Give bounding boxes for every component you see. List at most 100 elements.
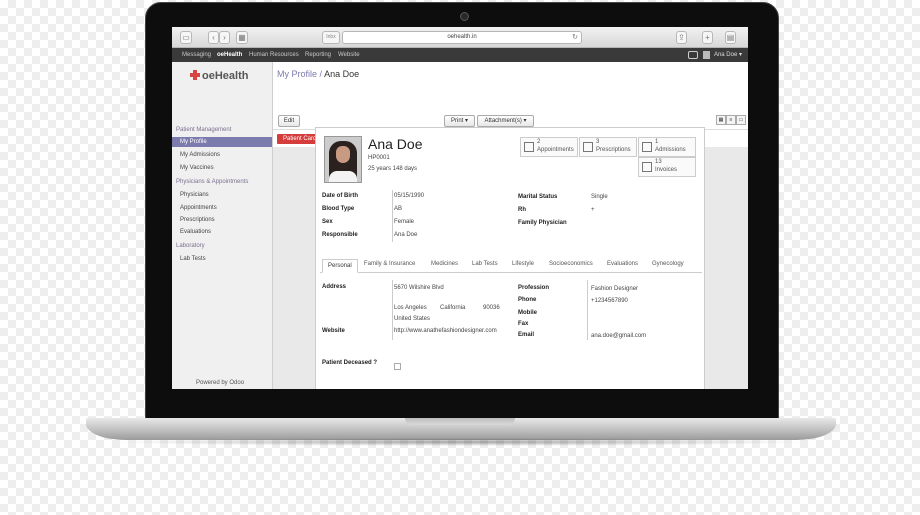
state-value: California: [440, 305, 466, 311]
new-tab-icon[interactable]: +: [702, 31, 713, 44]
section-physicians-appointments: Physicians & Appointments: [176, 179, 249, 185]
kanban-view-icon[interactable]: ▦: [716, 115, 726, 125]
tab-personal[interactable]: Personal: [322, 259, 358, 273]
marital-status-label: Marital Status: [518, 194, 558, 200]
user-menu[interactable]: Ana Doe ▾: [714, 48, 742, 62]
list-icon: [583, 142, 593, 152]
phone-value: +1234567890: [591, 298, 628, 304]
patient-id: HP0001: [368, 155, 390, 161]
tabs-overview-icon[interactable]: ▦: [236, 31, 248, 44]
forward-icon[interactable]: ›: [219, 31, 230, 44]
field-divider: [392, 190, 393, 242]
top-navigation: Messaging oeHealth Human Resources Repor…: [172, 48, 748, 62]
invoices-label: Invoices: [655, 167, 678, 173]
print-button[interactable]: Print ▾: [444, 115, 475, 127]
personal-divider: [392, 280, 393, 340]
sidebar-item-lab-tests[interactable]: Lab Tests: [180, 256, 206, 262]
pencil-icon: [642, 162, 652, 172]
family-physician-label: Family Physician: [518, 220, 567, 226]
prescriptions-label: Prescriptions: [596, 147, 631, 153]
prescriptions-stat-button[interactable]: 3 Prescriptions: [579, 137, 637, 157]
back-icon[interactable]: ‹: [208, 31, 219, 44]
powered-by[interactable]: Powered by Odoo: [196, 380, 244, 386]
url-text: oehealth.in: [447, 34, 477, 40]
website-label: Website: [322, 328, 345, 334]
street-value: 5670 Wilshire Blvd: [394, 285, 444, 291]
city-value: Los Angeles: [394, 305, 427, 311]
sidebar-item-my-vaccines[interactable]: My Vaccines: [180, 165, 214, 171]
sidebar-toggle-icon[interactable]: ▭: [180, 31, 192, 44]
invoices-stat-button[interactable]: 13 Invoices: [638, 157, 696, 177]
patient-age: 25 years 148 days: [368, 166, 418, 172]
address-label: Address: [322, 284, 347, 290]
laptop-base: [86, 418, 836, 440]
form-sheet: Ana Doe HP0001 25 years 148 days 2 Appoi…: [315, 127, 705, 389]
breadcrumb-parent[interactable]: My Profile: [277, 69, 317, 79]
website-link[interactable]: http://www.anathefashiondesigner.com: [394, 328, 497, 334]
tab-gynecology[interactable]: Gynecology: [652, 261, 684, 267]
browser-toolbar: ▭ ‹ › ▦ Inbx oehealth.in ↻ ⇪ + ▤: [172, 27, 748, 48]
form-tabs: Personal Family & Insurance Medicines La…: [320, 259, 702, 273]
tab-lifestyle[interactable]: Lifestyle: [512, 261, 534, 267]
section-laboratory: Laboratory: [176, 243, 205, 249]
brand-logo[interactable]: oeHealth: [190, 70, 248, 82]
tab-lab-tests[interactable]: Lab Tests: [472, 261, 498, 267]
sex-value: Female: [394, 219, 415, 225]
attachments-button[interactable]: Attachment(s) ▾: [477, 115, 534, 127]
responsible-label: Responsible: [322, 232, 358, 238]
sidebar-item-prescriptions[interactable]: Prescriptions: [180, 217, 215, 223]
sidebar-item-my-admissions[interactable]: My Admissions: [180, 152, 220, 158]
camera-icon: [460, 12, 469, 21]
list-view-icon[interactable]: ≡: [726, 115, 736, 125]
rh-label: Rh: [518, 207, 526, 213]
chat-icon[interactable]: [688, 51, 698, 59]
dob-label: Date of Birth: [322, 193, 358, 199]
medical-cross-icon: [190, 70, 200, 80]
section-patient-management: Patient Management: [176, 127, 232, 133]
reader-button[interactable]: Inbx: [322, 31, 340, 44]
sidebar-item-physicians[interactable]: Physicians: [180, 192, 209, 198]
rh-value: +: [591, 207, 595, 213]
laptop-notch: [405, 418, 515, 425]
screen: ▭ ‹ › ▦ Inbx oehealth.in ↻ ⇪ + ▤ Messagi…: [172, 27, 748, 389]
mobile-label: Mobile: [518, 310, 537, 316]
tab-socioeconomics[interactable]: Socioeconomics: [549, 261, 593, 267]
tab-medicines[interactable]: Medicines: [431, 261, 458, 267]
tab-evaluations[interactable]: Evaluations: [607, 261, 638, 267]
avatar[interactable]: [703, 51, 710, 59]
appointments-stat-button[interactable]: 2 Appointments: [520, 137, 578, 157]
nav-human-resources[interactable]: Human Resources: [249, 48, 299, 62]
sidebar-item-evaluations[interactable]: Evaluations: [180, 229, 211, 235]
patient-photo: [324, 136, 362, 183]
url-bar[interactable]: oehealth.in ↻: [342, 31, 582, 44]
nav-reporting[interactable]: Reporting: [305, 48, 331, 62]
marital-status-value: Single: [591, 194, 608, 200]
profession-label: Profession: [518, 285, 550, 291]
profession-value: Fashion Designer: [591, 286, 639, 292]
brand-name: oeHealth: [202, 70, 249, 82]
tab-family-insurance[interactable]: Family & Insurance: [364, 261, 415, 267]
deceased-checkbox[interactable]: [394, 363, 401, 370]
phone-label: Phone: [518, 297, 537, 303]
responsible-value[interactable]: Ana Doe: [394, 232, 417, 238]
edit-button[interactable]: Edit: [278, 115, 300, 127]
nav-messaging[interactable]: Messaging: [182, 48, 211, 62]
nav-oehealth[interactable]: oeHealth: [217, 48, 242, 62]
reload-icon[interactable]: ↻: [572, 32, 578, 43]
sidebar-item-appointments[interactable]: Appointments: [180, 205, 217, 211]
email-value[interactable]: ana.doe@gmail.com: [591, 333, 646, 339]
downloads-icon[interactable]: ▤: [725, 31, 736, 44]
form-view-icon[interactable]: ▭: [736, 115, 746, 125]
admissions-stat-button[interactable]: 1 Admissions: [638, 137, 696, 157]
invoices-count: 13: [655, 159, 662, 165]
breadcrumb-current: Ana Doe: [324, 69, 360, 79]
calendar-icon: [524, 142, 534, 152]
nav-website[interactable]: Website: [338, 48, 360, 62]
breadcrumb: My Profile / Ana Doe: [277, 69, 359, 79]
sidebar-item-my-profile[interactable]: My Profile: [172, 137, 272, 147]
fax-label: Fax: [518, 321, 529, 327]
email-label: Email: [518, 332, 535, 338]
blood-type-value: AB: [394, 206, 403, 212]
prescriptions-count: 3: [596, 139, 600, 145]
share-icon[interactable]: ⇪: [676, 31, 687, 44]
